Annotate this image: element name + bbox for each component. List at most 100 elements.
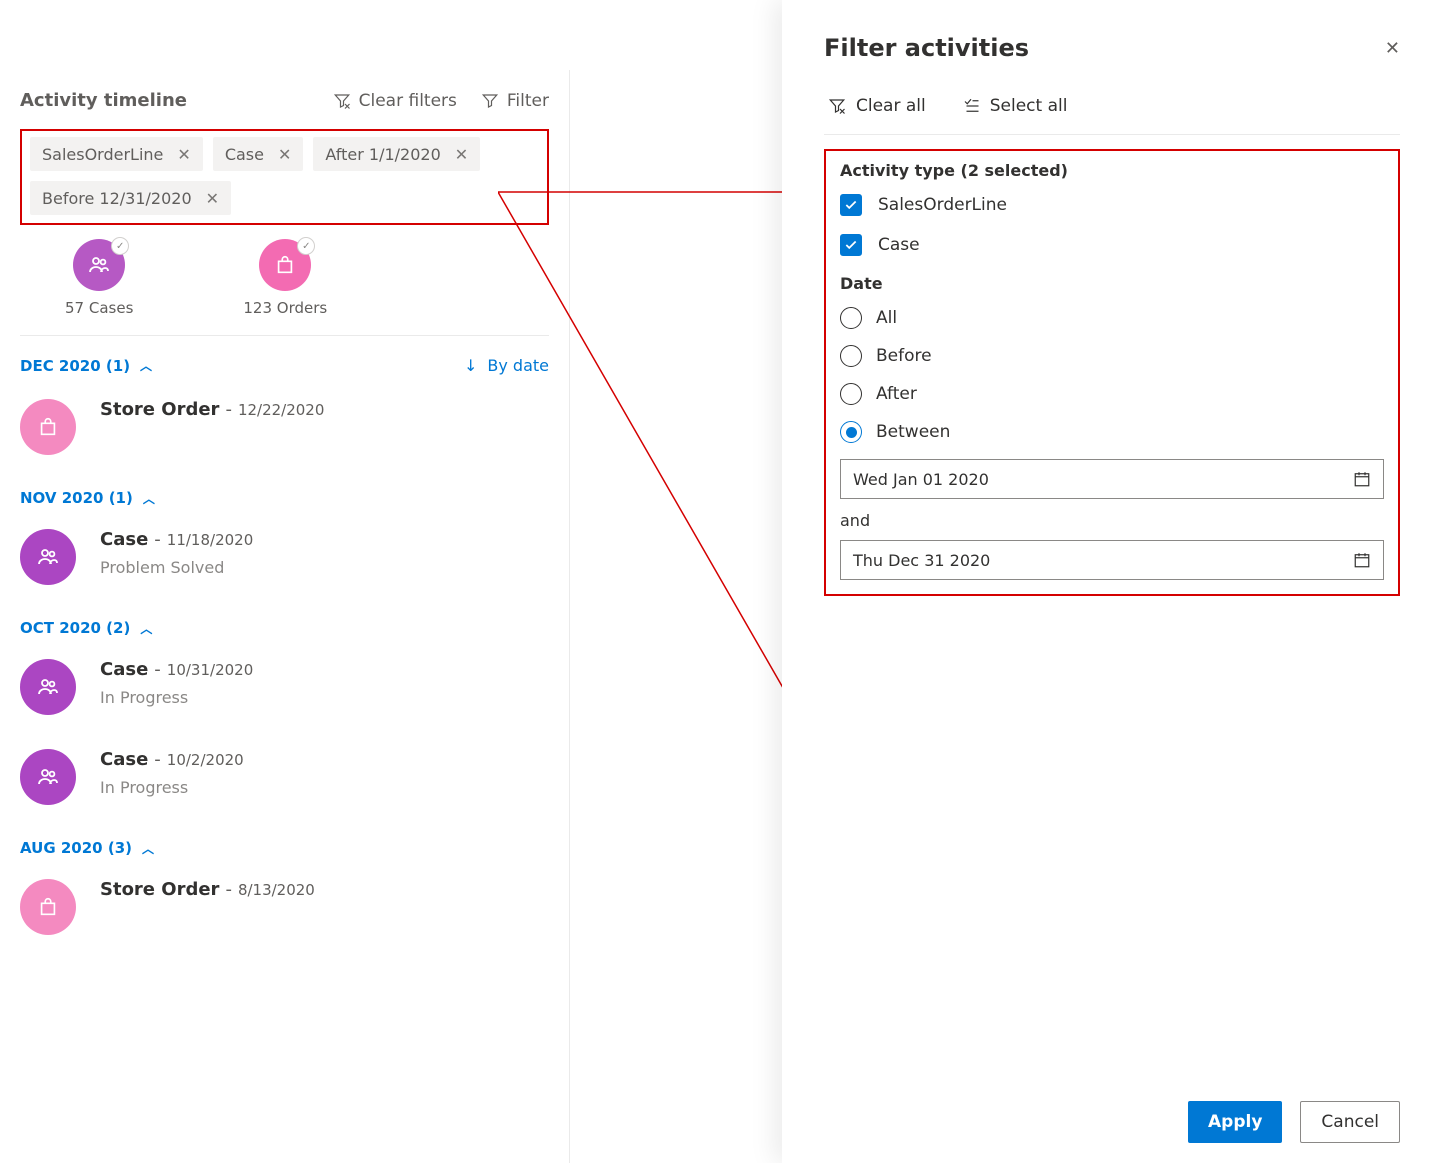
filter-button[interactable]: Filter bbox=[481, 91, 549, 111]
timeline-item[interactable]: Case - 11/18/2020 Problem Solved bbox=[20, 529, 549, 585]
select-all-button[interactable]: Select all bbox=[962, 96, 1068, 116]
title-separator: - bbox=[154, 529, 161, 550]
item-meta: Store Order - 12/22/2020 bbox=[100, 399, 324, 424]
divider bbox=[20, 335, 549, 336]
funnel-clear-icon bbox=[828, 97, 846, 115]
radio-row[interactable]: All bbox=[840, 307, 1384, 329]
clear-filters-label: Clear filters bbox=[359, 91, 457, 111]
calendar-icon bbox=[1353, 470, 1371, 488]
filter-settings-block: Activity type (2 selected) SalesOrderLin… bbox=[824, 149, 1400, 596]
group-toggle[interactable]: AUG 2020 (3) ︿ bbox=[20, 839, 154, 857]
date-header: Date bbox=[840, 274, 1384, 293]
select-all-label: Select all bbox=[990, 96, 1068, 116]
chip-label: SalesOrderLine bbox=[42, 145, 163, 164]
item-date: 8/13/2020 bbox=[238, 881, 315, 899]
case-icon bbox=[20, 659, 76, 715]
cancel-label: Cancel bbox=[1321, 1112, 1379, 1132]
item-title: Case bbox=[100, 749, 148, 770]
radio-row[interactable]: Before bbox=[840, 345, 1384, 367]
filter-footer: Apply Cancel bbox=[782, 1101, 1442, 1163]
clear-filters-button[interactable]: Clear filters bbox=[333, 91, 457, 111]
item-meta: Case - 11/18/2020 Problem Solved bbox=[100, 529, 253, 577]
item-title: Store Order bbox=[100, 879, 219, 900]
item-title: Case bbox=[100, 529, 148, 550]
calendar-icon bbox=[1353, 551, 1371, 569]
bag-icon bbox=[37, 896, 59, 918]
group-header-label: NOV 2020 (1) bbox=[20, 489, 133, 507]
chevron-up-icon: ︿ bbox=[140, 357, 152, 374]
group-header-label: AUG 2020 (3) bbox=[20, 839, 132, 857]
check-tick-icon: ✓ bbox=[297, 237, 315, 255]
radio[interactable] bbox=[840, 421, 862, 443]
timeline-item[interactable]: Case - 10/2/2020 In Progress bbox=[20, 749, 549, 805]
radio[interactable] bbox=[840, 383, 862, 405]
title-separator: - bbox=[225, 879, 232, 900]
radio[interactable] bbox=[840, 345, 862, 367]
filter-chip[interactable]: Before 12/31/2020 ✕ bbox=[30, 181, 231, 215]
group-header-label: OCT 2020 (2) bbox=[20, 619, 130, 637]
orders-bubble: ✓ bbox=[259, 239, 311, 291]
cancel-button[interactable]: Cancel bbox=[1300, 1101, 1400, 1143]
clear-all-button[interactable]: Clear all bbox=[828, 96, 926, 116]
item-subtitle: In Progress bbox=[100, 778, 244, 797]
clear-all-label: Clear all bbox=[856, 96, 926, 116]
filter-chip[interactable]: Case ✕ bbox=[213, 137, 304, 171]
filter-panel-header: Filter activities ✕ bbox=[824, 34, 1400, 62]
close-icon[interactable]: ✕ bbox=[1385, 38, 1400, 59]
filter-chip[interactable]: After 1/1/2020 ✕ bbox=[313, 137, 480, 171]
apply-button[interactable]: Apply bbox=[1188, 1101, 1282, 1143]
chip-remove-icon[interactable]: ✕ bbox=[206, 189, 219, 208]
timeline-item[interactable]: Case - 10/31/2020 In Progress bbox=[20, 659, 549, 715]
radio-label: Before bbox=[876, 346, 932, 366]
people-icon bbox=[87, 253, 111, 277]
chevron-up-icon: ︿ bbox=[142, 840, 154, 857]
timeline-item[interactable]: Store Order - 12/22/2020 bbox=[20, 399, 549, 455]
radio-label: After bbox=[876, 384, 917, 404]
checkbox-row[interactable]: SalesOrderLine bbox=[840, 194, 1384, 216]
group-toggle[interactable]: NOV 2020 (1) ︿ bbox=[20, 489, 155, 507]
date-to-input[interactable]: Thu Dec 31 2020 bbox=[840, 540, 1384, 580]
date-from-input[interactable]: Wed Jan 01 2020 bbox=[840, 459, 1384, 499]
activity-type-header: Activity type (2 selected) bbox=[840, 161, 1384, 180]
and-label: and bbox=[840, 511, 1384, 530]
chip-remove-icon[interactable]: ✕ bbox=[278, 145, 291, 164]
sort-by-date[interactable]: ↓ By date bbox=[464, 356, 549, 375]
checkbox-label: Case bbox=[878, 235, 920, 255]
filter-chip[interactable]: SalesOrderLine ✕ bbox=[30, 137, 203, 171]
group-toggle[interactable]: OCT 2020 (2) ︿ bbox=[20, 619, 152, 637]
radio[interactable] bbox=[840, 307, 862, 329]
item-meta: Store Order - 8/13/2020 bbox=[100, 879, 315, 904]
checkbox[interactable] bbox=[840, 234, 862, 256]
group-toggle[interactable]: DEC 2020 (1) ︿ bbox=[20, 357, 152, 375]
radio-row[interactable]: After bbox=[840, 383, 1384, 405]
chip-remove-icon[interactable]: ✕ bbox=[455, 145, 468, 164]
summary-cases[interactable]: ✓ 57 Cases bbox=[65, 239, 133, 317]
clear-select-row: Clear all Select all bbox=[824, 96, 1400, 116]
item-date: 10/2/2020 bbox=[167, 751, 244, 769]
summary-row: ✓ 57 Cases ✓ 123 Orders bbox=[65, 239, 549, 317]
people-icon bbox=[36, 765, 60, 789]
summary-orders[interactable]: ✓ 123 Orders bbox=[243, 239, 327, 317]
filter-chips-box: SalesOrderLine ✕ Case ✕ After 1/1/2020 ✕… bbox=[20, 129, 549, 225]
radio-label: Between bbox=[876, 422, 950, 442]
select-all-icon bbox=[962, 97, 980, 115]
checkbox[interactable] bbox=[840, 194, 862, 216]
radio-label: All bbox=[876, 308, 897, 328]
arrow-down-icon: ↓ bbox=[464, 356, 477, 375]
date-from-value: Wed Jan 01 2020 bbox=[853, 470, 989, 489]
order-icon bbox=[20, 879, 76, 935]
chevron-up-icon: ︿ bbox=[143, 490, 155, 507]
radio-row[interactable]: Between bbox=[840, 421, 1384, 443]
filter-label: Filter bbox=[507, 91, 549, 111]
divider bbox=[824, 134, 1400, 135]
checkbox-row[interactable]: Case bbox=[840, 234, 1384, 256]
case-icon bbox=[20, 749, 76, 805]
check-tick-icon: ✓ bbox=[111, 237, 129, 255]
timeline-item[interactable]: Store Order - 8/13/2020 bbox=[20, 879, 549, 935]
case-icon bbox=[20, 529, 76, 585]
chip-label: Before 12/31/2020 bbox=[42, 189, 192, 208]
filter-panel-title: Filter activities bbox=[824, 34, 1029, 62]
timeline-actions: Clear filters Filter bbox=[333, 91, 549, 111]
check-icon bbox=[844, 238, 858, 252]
chip-remove-icon[interactable]: ✕ bbox=[177, 145, 190, 164]
